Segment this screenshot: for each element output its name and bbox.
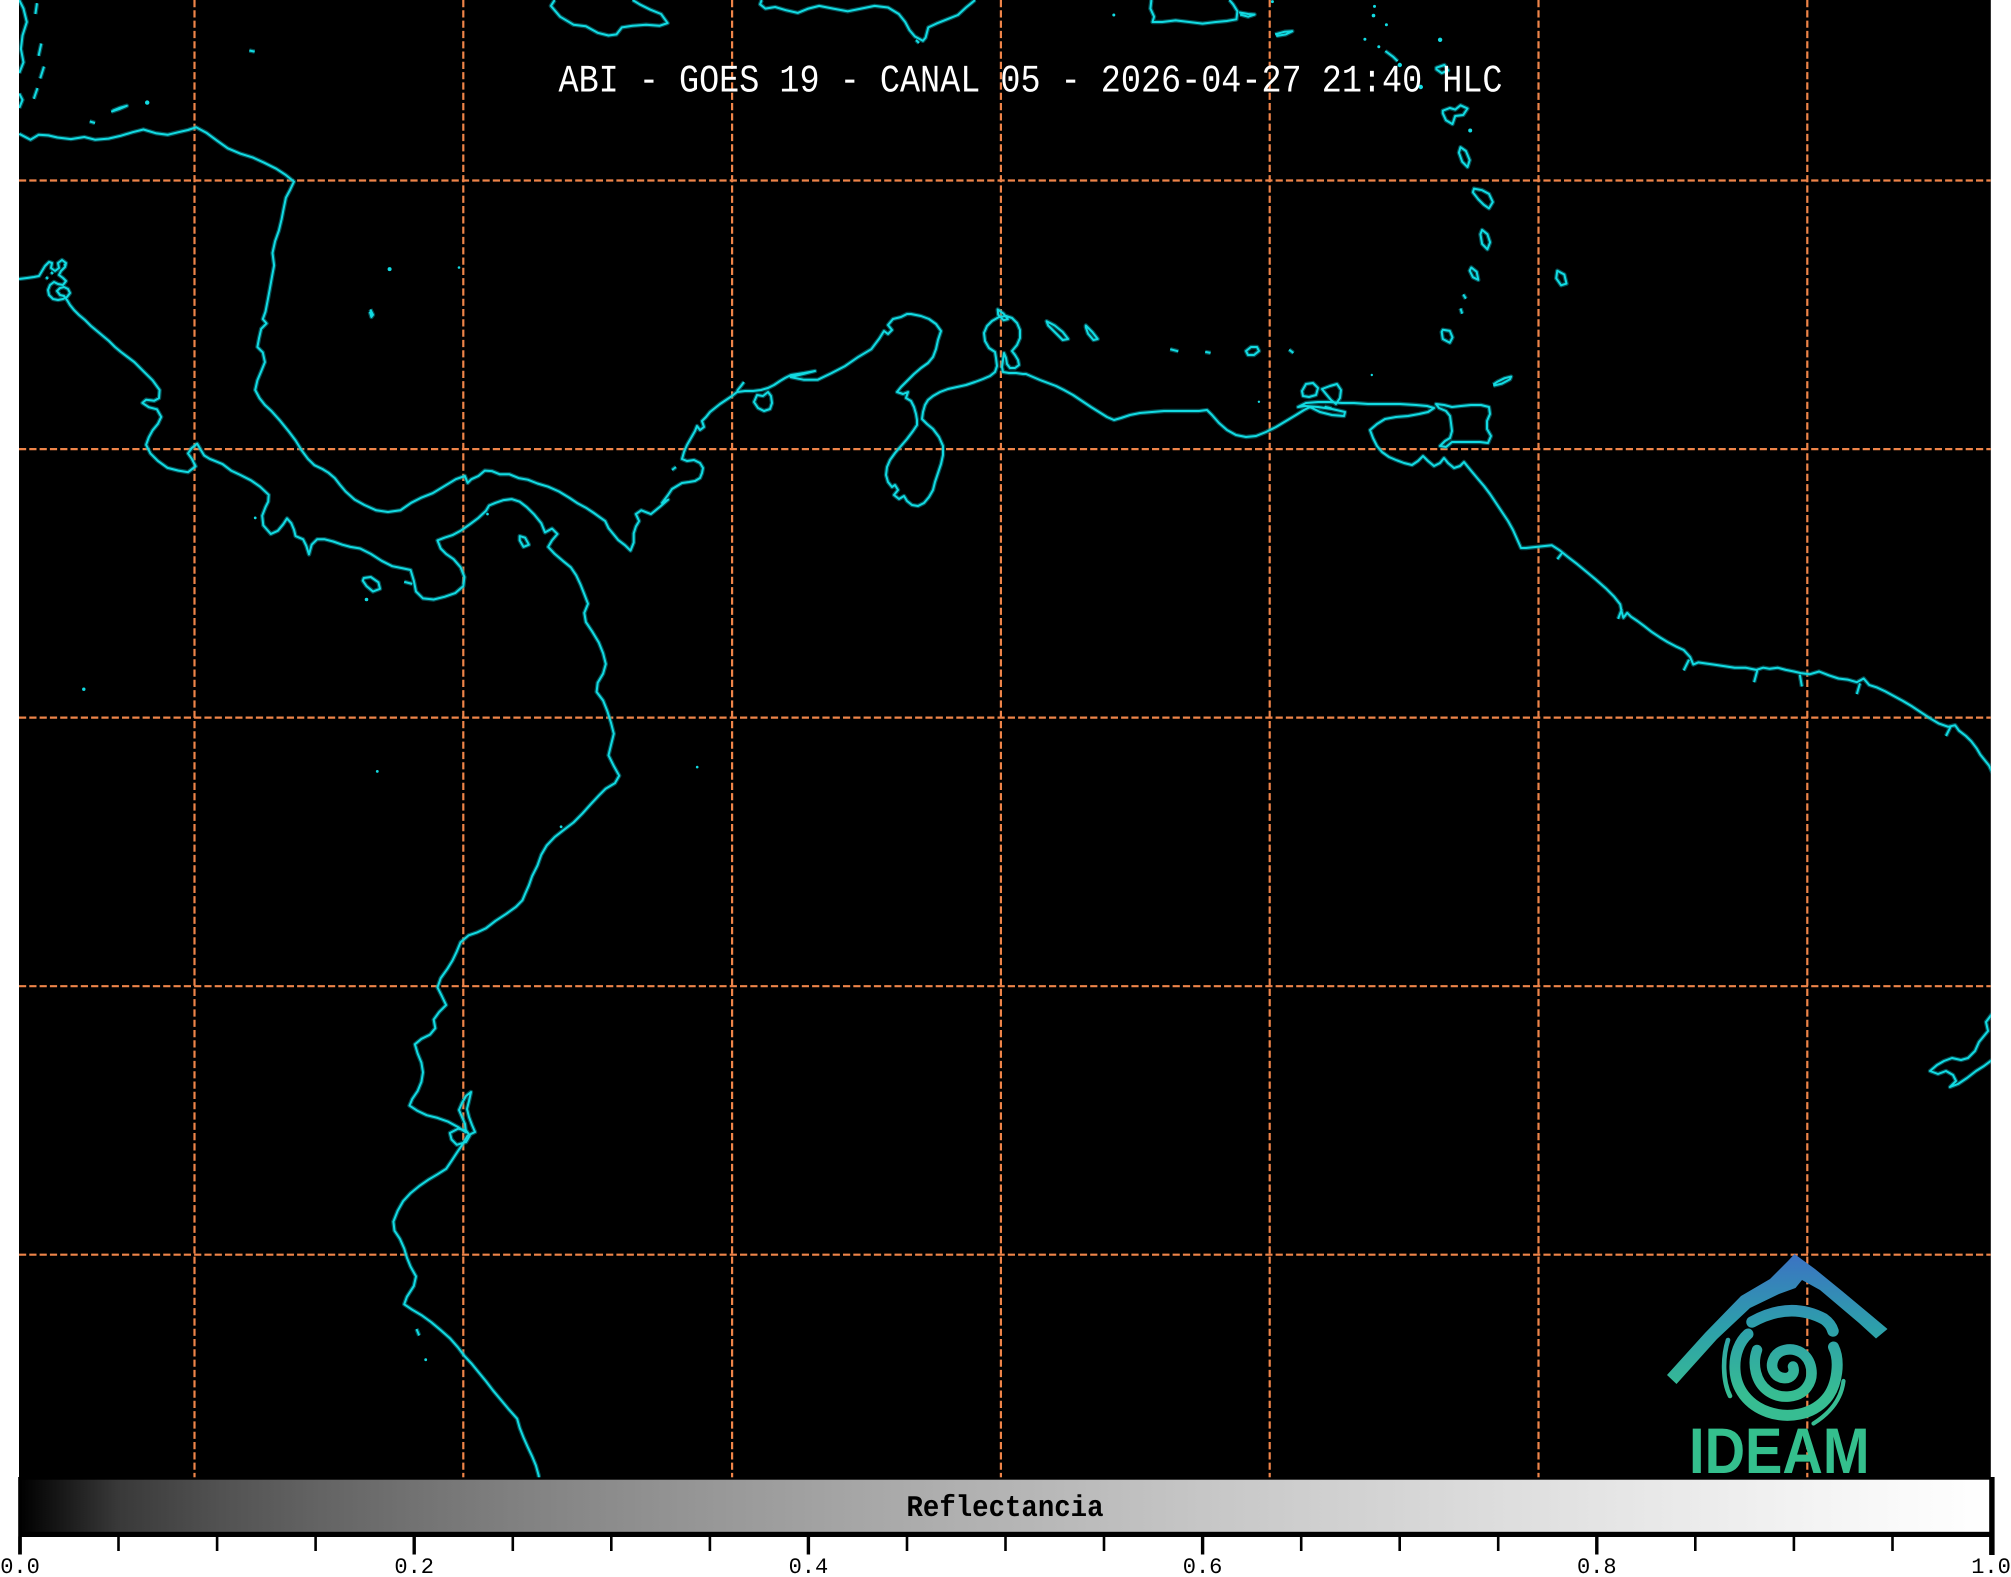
svg-text:0.4: 0.4 [789,1555,829,1577]
svg-text:ABI - GOES 19 - CANAL 05 - 202: ABI - GOES 19 - CANAL 05 - 2026-04-27 21… [559,60,1503,104]
svg-text:0.8: 0.8 [1577,1555,1617,1577]
svg-text:Reflectancia: Reflectancia [907,1492,1104,1526]
svg-text:0.2: 0.2 [394,1555,434,1577]
svg-text:0.6: 0.6 [1183,1555,1223,1577]
svg-text:0.0: 0.0 [0,1555,40,1577]
svg-text:1.0: 1.0 [1971,1555,2011,1577]
svg-text:IDEAM: IDEAM [1689,1415,1870,1487]
